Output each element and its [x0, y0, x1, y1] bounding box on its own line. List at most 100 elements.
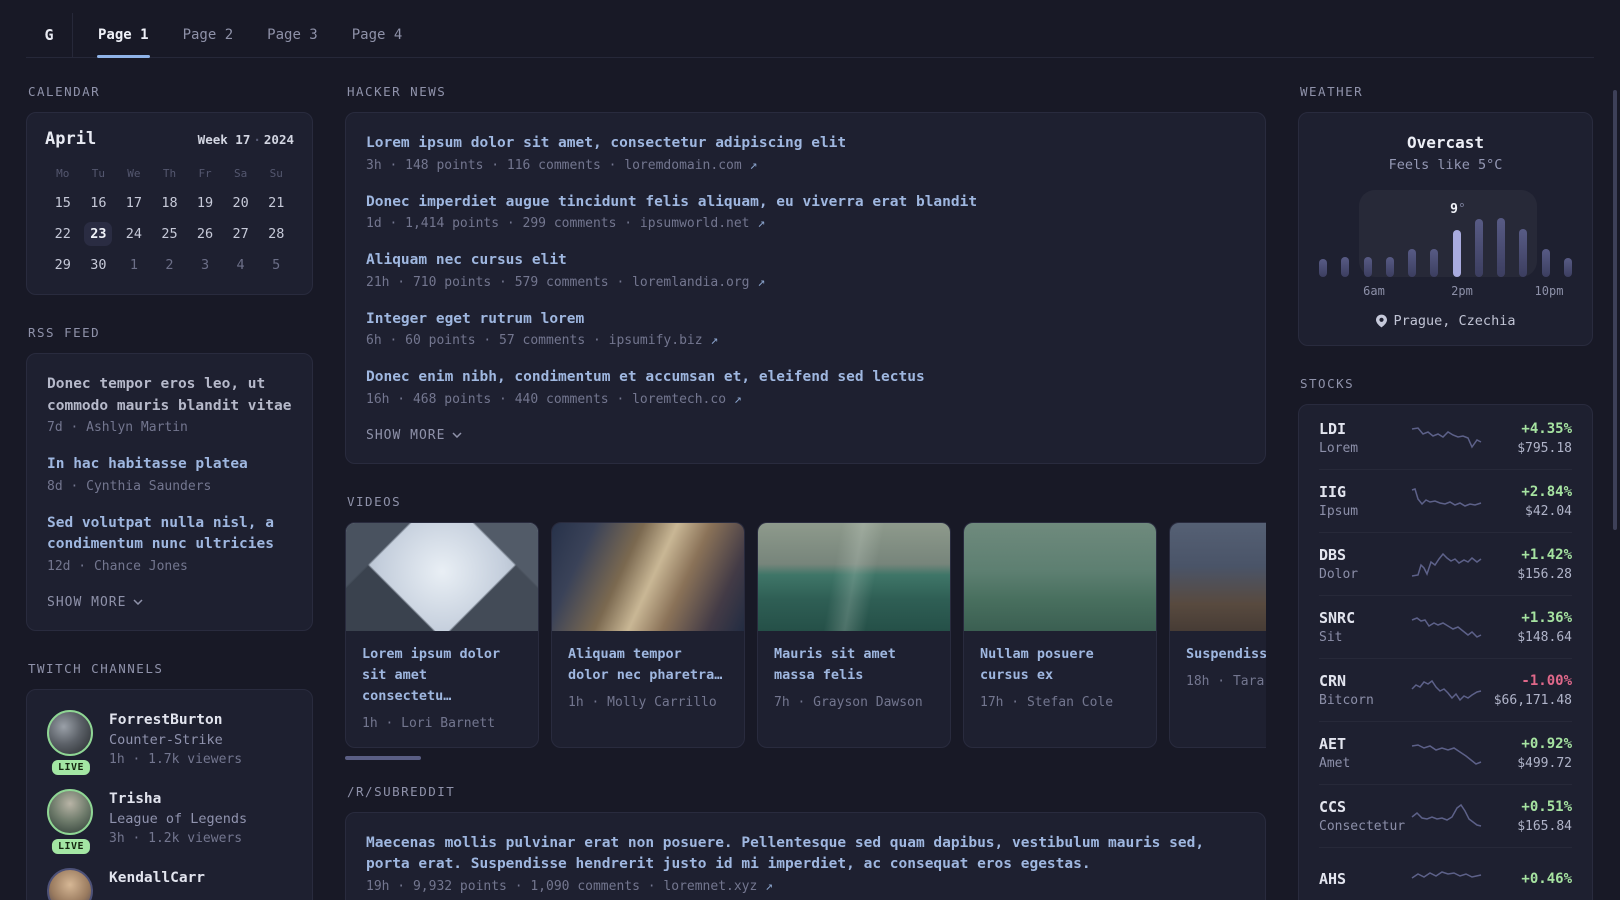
stock-symbol: SNRC [1319, 608, 1356, 627]
stock-price: $165.84 [1517, 818, 1572, 834]
stock-row[interactable]: CRN Bitcorn -1.00% $66,171.48 [1319, 658, 1572, 721]
external-link-icon[interactable]: ↗ [757, 275, 765, 290]
weather-bar [1363, 257, 1372, 277]
rss-section: RSS FEED Donec tempor eros leo, ut commo… [26, 325, 313, 631]
stock-row[interactable]: IIG Ipsum +2.84% $42.04 [1319, 469, 1572, 532]
tab-page-3[interactable]: Page 3 [250, 13, 335, 57]
live-badge: LIVE [51, 838, 91, 854]
stock-row[interactable]: CCS Consectetur +0.51% $165.84 [1319, 784, 1572, 847]
weather-bar-current [1452, 230, 1461, 277]
rss-item-title[interactable]: Donec tempor eros leo, ut commodo mauris… [47, 374, 292, 417]
hn-item-title[interactable]: Donec enim nibh, condimentum et accumsan… [366, 367, 1245, 389]
video-meta: 1h · Molly Carrillo [568, 694, 717, 710]
video-thumbnail[interactable] [552, 522, 744, 631]
rss-item-title[interactable]: Sed volutpat nulla nisl, a condimentum n… [47, 513, 292, 556]
video-title[interactable]: Nullam posuere cursus ex [980, 644, 1140, 686]
stock-name: Lorem [1319, 440, 1359, 456]
stock-price: $66,171.48 [1493, 692, 1572, 708]
tab-page-1[interactable]: Page 1 [81, 13, 166, 58]
video-title[interactable]: Aliquam tempor dolor nec pharetra… [568, 644, 728, 686]
rss-item-meta: 7d · Ashlyn Martin [47, 420, 188, 435]
hn-item: Donec imperdiet augue tincidunt felis al… [366, 192, 1245, 235]
calendar-day-next-month: 1 [129, 256, 138, 273]
video-title[interactable]: Mauris sit amet massa felis [774, 644, 934, 686]
calendar-day: 22 [54, 225, 71, 242]
reddit-post-title[interactable]: Maecenas mollis pulvinar erat non posuer… [366, 833, 1245, 876]
twitch-channel-row[interactable]: LIVE ForrestBurton Counter-Strike 1h · 1… [47, 709, 292, 775]
subreddit-heading: /R/SUBREDDIT [347, 783, 456, 799]
channel-name[interactable]: ForrestBurton [109, 710, 242, 730]
weather-bar [1519, 229, 1528, 277]
hn-item-title[interactable]: Lorem ipsum dolor sit amet, consectetur … [366, 133, 1245, 155]
video-title[interactable]: Lorem ipsum dolor sit amet consectetu… [362, 644, 522, 707]
stock-row[interactable]: AHS +0.46% [1319, 847, 1572, 900]
location-text: Prague, Czechia [1393, 313, 1516, 329]
stock-price: $795.18 [1517, 440, 1572, 456]
avatar [47, 788, 93, 835]
stock-symbol: AHS [1319, 870, 1347, 888]
channel-name[interactable]: Trisha [109, 789, 247, 809]
calendar-day: 20 [232, 194, 249, 211]
rss-widget: Donec tempor eros leo, ut commodo mauris… [26, 353, 313, 631]
stock-price: $42.04 [1525, 503, 1572, 519]
page-scrollbar-thumb[interactable] [1613, 90, 1617, 530]
location-pin-icon [1375, 314, 1387, 328]
weekday-label: Th [162, 167, 177, 180]
weather-heading: WEATHER [1300, 84, 1364, 99]
stock-change: +0.92% [1521, 735, 1572, 752]
tab-page-2[interactable]: Page 2 [166, 13, 251, 57]
video-card[interactable]: Mauris sit amet massa felis 7h · Grayson… [757, 521, 951, 748]
hn-item-title[interactable]: Integer eget rutrum lorem [366, 309, 1245, 331]
stock-change: +2.84% [1521, 483, 1572, 500]
tab-page-4[interactable]: Page 4 [335, 13, 420, 57]
stock-row[interactable]: DBS Dolor +1.42% $156.28 [1319, 532, 1572, 595]
stock-name: Consectetur [1319, 818, 1406, 834]
videos-carousel: Lorem ipsum dolor sit amet consectetu… 1… [345, 521, 1266, 748]
app-logo[interactable]: G [26, 13, 73, 57]
channel-name[interactable]: KendallCarr [109, 868, 205, 888]
weather-bar [1430, 249, 1439, 277]
calendar-day: 29 [54, 256, 71, 273]
videos-scrollbar-thumb[interactable] [345, 755, 421, 760]
external-link-icon[interactable]: ↗ [765, 879, 773, 894]
video-title[interactable]: Suspendisse diam [1186, 644, 1266, 665]
video-card[interactable]: Suspendisse diam 18h · Tara [1169, 521, 1266, 748]
hackernews-heading: HACKER NEWS [347, 84, 447, 99]
rss-item-title[interactable]: In hac habitasse platea [47, 454, 292, 476]
external-link-icon[interactable]: ↗ [757, 216, 765, 231]
hn-item-title[interactable]: Donec imperdiet augue tincidunt felis al… [366, 192, 1245, 214]
channel-game[interactable]: Counter-Strike [109, 730, 242, 750]
video-card[interactable]: Nullam posuere cursus ex 17h · Stefan Co… [963, 521, 1157, 748]
external-link-icon[interactable]: ↗ [750, 158, 758, 173]
hn-show-more-button[interactable]: SHOW MORE [366, 428, 1245, 443]
weather-bar [1541, 249, 1550, 277]
weather-bar [1474, 219, 1483, 277]
hn-item-title[interactable]: Aliquam nec cursus elit [366, 250, 1245, 272]
current-temp-label: 9° [1450, 202, 1466, 217]
stock-row[interactable]: SNRC Sit +1.36% $148.64 [1319, 595, 1572, 658]
weather-bar [1497, 218, 1506, 277]
calendar-day: 27 [232, 225, 249, 242]
weather-location: Prague, Czechia [1319, 313, 1572, 329]
video-card[interactable]: Aliquam tempor dolor nec pharetra… 1h · … [551, 521, 745, 748]
stock-change: +1.36% [1521, 609, 1572, 626]
stock-row[interactable]: AET Amet +0.92% $499.72 [1319, 721, 1572, 784]
stock-row[interactable]: LDI Lorem +4.35% $795.18 [1319, 407, 1572, 469]
video-card[interactable]: Lorem ipsum dolor sit amet consectetu… 1… [345, 521, 539, 748]
external-link-icon[interactable]: ↗ [734, 392, 742, 407]
video-thumbnail[interactable] [758, 522, 950, 631]
video-thumbnail[interactable] [346, 522, 538, 631]
twitch-channel-row[interactable]: KendallCarr [47, 867, 292, 900]
hn-item-meta: 3h · 148 points · 116 comments · loremdo… [366, 157, 758, 173]
video-thumbnail[interactable] [964, 522, 1156, 631]
stock-sparkline [1411, 803, 1481, 827]
channel-game[interactable]: League of Legends [109, 809, 247, 829]
weather-bar [1385, 257, 1394, 277]
twitch-channel-row[interactable]: LIVE Trisha League of Legends 3h · 1.2k … [47, 788, 292, 854]
rss-item: Sed volutpat nulla nisl, a condimentum n… [47, 513, 292, 577]
rss-item: In hac habitasse platea 8d · Cynthia Sau… [47, 454, 292, 497]
video-thumbnail[interactable] [1170, 522, 1266, 631]
external-link-icon[interactable]: ↗ [710, 333, 718, 348]
calendar-section: CALENDAR April Week 17 · 2024 Mo Tu We Th … [26, 84, 313, 295]
rss-show-more-button[interactable]: SHOW MORE [47, 595, 292, 610]
